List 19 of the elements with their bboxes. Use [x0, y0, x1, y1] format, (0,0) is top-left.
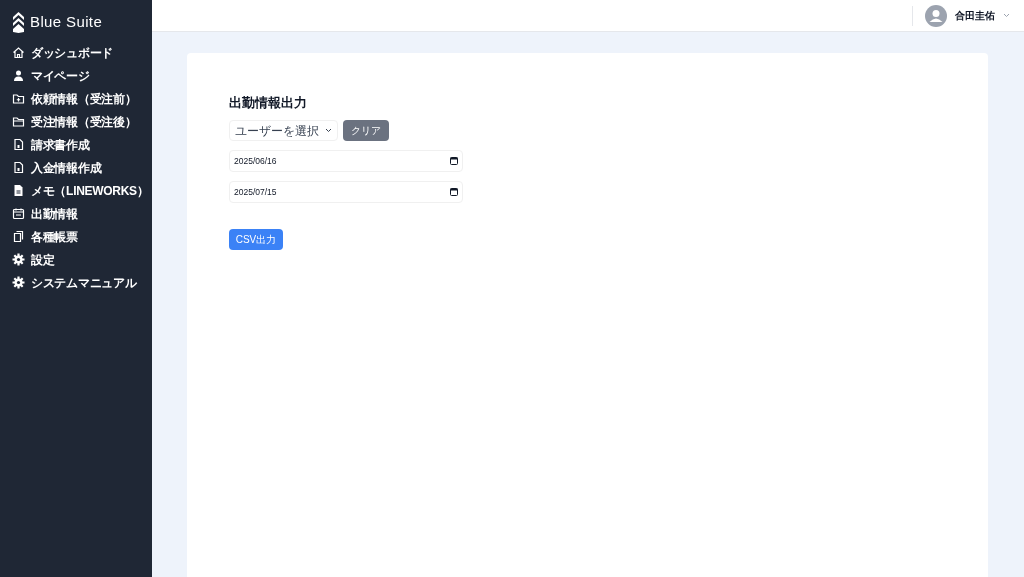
clear-button[interactable]: クリア [343, 120, 389, 141]
sidebar-item[interactable]: 依頼情報（受注前） [31, 89, 137, 108]
sidebar-item[interactable]: ダッシュボード [31, 43, 113, 62]
sidebar-item[interactable]: 入金情報作成 [31, 158, 102, 177]
sidebar-item[interactable]: 請求書作成 [31, 135, 90, 154]
sidebar-item[interactable]: メモ（LINEWORKS） [31, 181, 149, 200]
user-select[interactable]: ユーザーを選択 [229, 120, 338, 141]
sidebar-item[interactable]: システムマニュアル [31, 273, 137, 292]
csv-export-button[interactable]: CSV出力 [229, 229, 283, 250]
user-name[interactable]: 合田圭佑 [955, 8, 995, 23]
logo-text: Blue Suite [30, 12, 103, 33]
sidebar-item[interactable]: マイページ [31, 66, 90, 85]
page-title: 出勤情報出力 [229, 94, 308, 112]
sidebar-item[interactable]: 出勤情報 [31, 204, 78, 223]
sidebar-item[interactable]: 各種帳票 [31, 227, 78, 246]
date-field[interactable]: 2025/06/16 [229, 150, 463, 172]
date-field[interactable]: 2025/07/15 [229, 181, 463, 203]
sidebar-item[interactable]: 受注情報（受注後） [31, 112, 137, 131]
sidebar-item[interactable]: 設定 [31, 250, 55, 269]
